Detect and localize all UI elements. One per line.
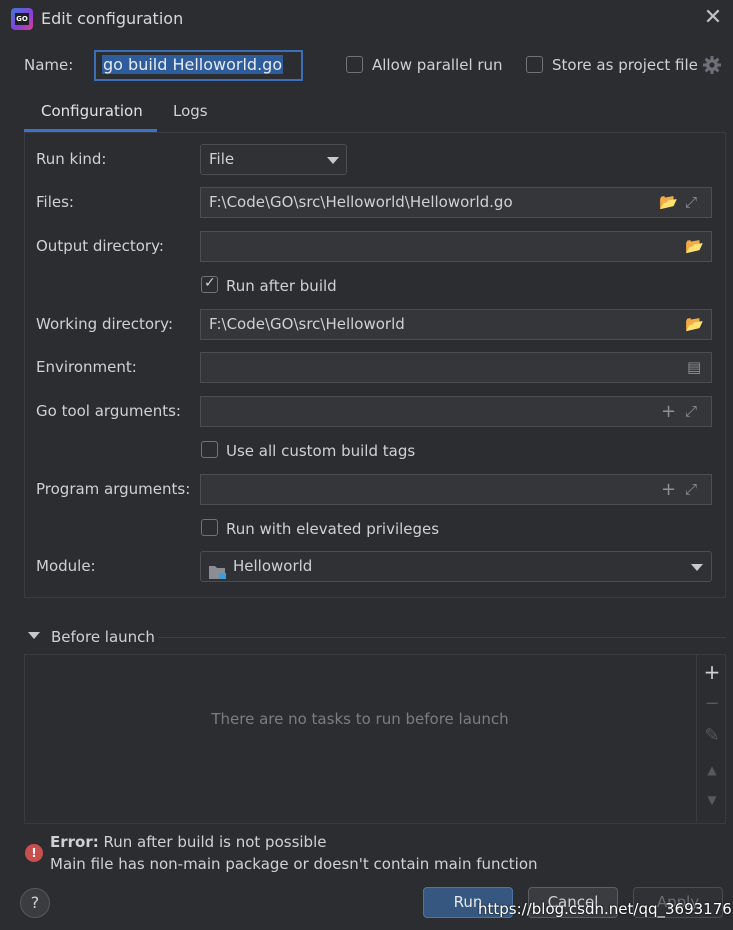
expand-icon[interactable]: ⤢ [685,188,697,217]
before-launch-empty-text: There are no tasks to run before launch [211,710,509,728]
run-kind-select[interactable]: File [200,144,347,175]
chevron-down-icon [327,157,339,164]
environment-field[interactable]: ▤ [200,352,712,383]
goland-app-icon: GO [11,8,33,30]
folder-icon[interactable]: 📂 [659,188,678,217]
output-dir-label: Output directory: [36,237,164,255]
program-args-label: Program arguments: [36,480,191,498]
expand-icon[interactable]: ⤢ [685,397,697,426]
store-project-checkbox[interactable] [526,56,543,73]
edit-icon[interactable]: ✎ [703,727,721,745]
name-label: Name: [24,56,74,74]
error-detail: Main file has non-main package or doesn'… [50,855,538,873]
run-after-build-label[interactable]: Run after build [226,277,337,295]
custom-tags-checkbox[interactable] [201,441,218,458]
move-up-icon[interactable]: ▲ [703,761,721,779]
files-value: F:\Code\GO\src\Helloworld\Helloworld.go [209,193,513,211]
collapse-triangle-icon[interactable] [28,632,40,639]
gear-icon[interactable] [702,55,722,75]
error-line: Error: Run after build is not possible [50,833,326,851]
plus-icon[interactable]: + [661,397,676,426]
before-launch-list [24,654,726,824]
plus-icon[interactable]: + [661,475,676,504]
expand-icon[interactable]: ⤢ [685,475,697,504]
help-button[interactable]: ? [20,888,50,918]
folder-icon[interactable]: 📂 [685,232,704,261]
section-divider [158,637,726,638]
output-dir-field[interactable]: 📂 [200,231,712,262]
module-value: Helloworld [233,557,313,575]
go-tool-args-label: Go tool arguments: [36,402,181,420]
run-after-build-checkbox[interactable] [201,275,218,293]
name-input[interactable]: go build Helloworld.go [94,50,303,81]
tab-logs[interactable]: Logs [173,102,208,120]
files-label: Files: [36,193,74,211]
remove-icon[interactable]: − [703,695,721,713]
add-icon[interactable]: + [703,662,721,682]
elevated-checkbox[interactable] [201,519,218,536]
module-select[interactable]: Helloworld [200,551,712,582]
allow-parallel-checkbox[interactable] [346,56,363,73]
working-dir-label: Working directory: [36,315,174,333]
document-icon[interactable]: ▤ [687,353,701,382]
files-field[interactable]: F:\Code\GO\src\Helloworld\Helloworld.go … [200,187,712,218]
custom-tags-label[interactable]: Use all custom build tags [226,442,415,460]
window-title: Edit configuration [41,9,184,28]
go-tool-args-field[interactable]: + ⤢ [200,396,712,427]
close-icon[interactable]: ✕ [701,6,725,30]
environment-label: Environment: [36,358,137,376]
folder-icon[interactable]: 📂 [685,310,704,339]
module-folder-icon [209,560,227,579]
allow-parallel-label[interactable]: Allow parallel run [372,56,503,74]
error-icon: ! [25,844,43,862]
before-launch-title[interactable]: Before launch [51,628,155,646]
run-kind-label: Run kind: [36,150,107,168]
watermark-text: https://blog.csdn.net/qq_36931762 [478,900,733,918]
app-icon-text: GO [15,13,29,25]
tab-configuration[interactable]: Configuration [41,102,143,120]
error-message: Run after build is not possible [103,833,327,851]
store-project-label[interactable]: Store as project file [552,56,698,74]
name-input-value: go build Helloworld.go [102,55,284,74]
before-launch-toolbar: + − ✎ ▲ ▼ [696,655,725,823]
chevron-down-icon [691,564,703,571]
elevated-label[interactable]: Run with elevated privileges [226,520,439,538]
error-prefix: Error: [50,833,99,851]
module-label: Module: [36,557,96,575]
move-down-icon[interactable]: ▼ [703,791,721,809]
program-args-field[interactable]: + ⤢ [200,474,712,505]
run-kind-value: File [209,150,235,168]
working-dir-field[interactable]: F:\Code\GO\src\Helloworld 📂 [200,309,712,340]
working-dir-value: F:\Code\GO\src\Helloworld [209,315,405,333]
